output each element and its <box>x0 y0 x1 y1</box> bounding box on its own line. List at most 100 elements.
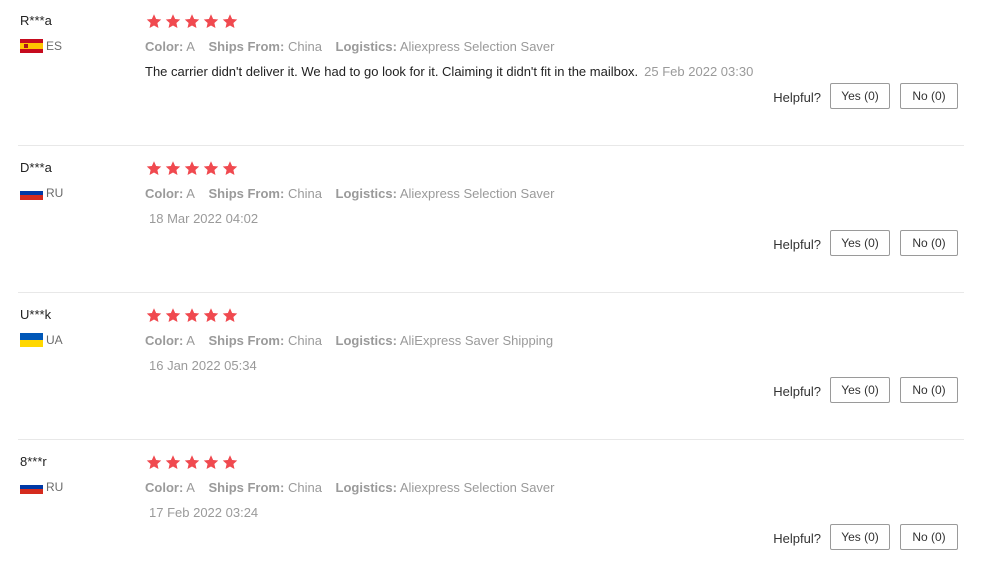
country-code: ES <box>46 39 63 53</box>
logistics-value: Aliexpress Selection Saver <box>399 39 555 54</box>
flag-ru-icon <box>20 186 43 200</box>
star-icon <box>164 454 182 471</box>
review-content: Color: A Ships From: China Logistics: Al… <box>145 306 965 375</box>
review-divider <box>18 145 964 146</box>
logistics-attribute: Logistics: Aliexpress Selection Saver <box>336 186 555 201</box>
review-date: 17 Feb 2022 03:24 <box>149 505 259 520</box>
star-icon <box>221 454 239 471</box>
order-attributes: Color: A Ships From: China Logistics: Al… <box>145 479 965 497</box>
star-icon <box>221 160 239 177</box>
star-icon <box>183 307 201 324</box>
helpful-no-button[interactable]: No (0) <box>900 230 958 256</box>
color-value: A <box>186 480 195 495</box>
review-content: Color: A Ships From: China Logistics: Al… <box>145 159 965 228</box>
review-date: 18 Mar 2022 04:02 <box>149 211 259 226</box>
logistics-label: Logistics: <box>335 39 397 54</box>
star-icon <box>164 160 182 177</box>
star-rating <box>145 12 965 30</box>
helpful-no-button[interactable]: No (0) <box>900 524 958 550</box>
review-feedback: 16 Jan 2022 05:34 <box>145 357 965 375</box>
reviewer-info: 8***r RU <box>20 453 130 495</box>
star-icon <box>202 454 220 471</box>
review-feedback: The carrier didn't deliver it. We had to… <box>145 63 965 81</box>
star-icon <box>183 160 201 177</box>
helpful-label: Helpful? <box>773 89 821 105</box>
helpful-yes-button[interactable]: Yes (0) <box>830 230 890 256</box>
country-code: RU <box>46 186 64 200</box>
ships-from-value: China <box>287 333 322 348</box>
logistics-label: Logistics: <box>335 333 397 348</box>
reviewer-name: 8***r <box>20 454 47 469</box>
helpful-controls: Helpful? Yes (0) No (0) <box>773 230 958 256</box>
order-attributes: Color: A Ships From: China Logistics: Al… <box>145 185 965 203</box>
reviewer-country: RU <box>20 479 130 495</box>
reviewer-name: U***k <box>20 307 52 322</box>
review-item: 8***r RU Color: A Ships From: China Logi… <box>0 441 983 588</box>
star-icon <box>164 307 182 324</box>
reviewer-info: U***k UA <box>20 306 130 348</box>
color-label: Color: <box>145 186 184 201</box>
ships-from-attribute: Ships From: China <box>208 333 321 348</box>
color-value: A <box>186 333 195 348</box>
order-attributes: Color: A Ships From: China Logistics: Al… <box>145 332 965 350</box>
review-item: R***a ES Color: A Ships From: China Logi… <box>0 0 983 147</box>
star-rating <box>145 159 965 177</box>
helpful-controls: Helpful? Yes (0) No (0) <box>773 524 958 550</box>
logistics-value: Aliexpress Selection Saver <box>399 480 555 495</box>
review-item: D***a RU Color: A Ships From: China Logi… <box>0 147 983 294</box>
reviewer-info: R***a ES <box>20 12 130 54</box>
color-value: A <box>186 39 195 54</box>
star-icon <box>145 13 163 30</box>
reviewer-name: D***a <box>20 160 52 175</box>
star-icon <box>145 307 163 324</box>
color-label: Color: <box>145 333 184 348</box>
ships-from-attribute: Ships From: China <box>208 480 321 495</box>
star-icon <box>183 454 201 471</box>
color-attribute: Color: A <box>145 333 195 348</box>
helpful-label: Helpful? <box>773 530 821 546</box>
ships-from-label: Ships From: <box>208 333 285 348</box>
reviewer-name: R***a <box>20 13 52 28</box>
helpful-no-button[interactable]: No (0) <box>900 83 958 109</box>
ships-from-value: China <box>287 39 322 54</box>
star-icon <box>221 13 239 30</box>
helpful-yes-button[interactable]: Yes (0) <box>830 83 890 109</box>
star-icon <box>221 307 239 324</box>
helpful-controls: Helpful? Yes (0) No (0) <box>773 377 958 403</box>
review-date: 16 Jan 2022 05:34 <box>149 358 257 373</box>
reviewer-info: D***a RU <box>20 159 130 201</box>
review-feedback: 17 Feb 2022 03:24 <box>145 504 965 522</box>
review-text: The carrier didn't deliver it. We had to… <box>145 64 639 79</box>
star-icon <box>145 160 163 177</box>
logistics-attribute: Logistics: Aliexpress Selection Saver <box>336 480 555 495</box>
color-value: A <box>186 186 195 201</box>
logistics-attribute: Logistics: AliExpress Saver Shipping <box>336 333 554 348</box>
helpful-label: Helpful? <box>773 383 821 399</box>
star-icon <box>145 454 163 471</box>
helpful-yes-button[interactable]: Yes (0) <box>830 524 890 550</box>
color-label: Color: <box>145 39 184 54</box>
star-icon <box>164 13 182 30</box>
flag-es-icon <box>20 39 43 53</box>
ships-from-value: China <box>287 186 322 201</box>
ships-from-label: Ships From: <box>208 186 285 201</box>
logistics-value: Aliexpress Selection Saver <box>399 186 555 201</box>
color-label: Color: <box>145 480 184 495</box>
star-rating <box>145 453 965 471</box>
logistics-attribute: Logistics: Aliexpress Selection Saver <box>336 39 555 54</box>
color-attribute: Color: A <box>145 480 195 495</box>
star-rating <box>145 306 965 324</box>
country-code: RU <box>46 480 64 494</box>
logistics-label: Logistics: <box>335 480 397 495</box>
ships-from-attribute: Ships From: China <box>208 39 321 54</box>
ships-from-value: China <box>287 480 322 495</box>
star-icon <box>202 307 220 324</box>
color-attribute: Color: A <box>145 186 195 201</box>
helpful-label: Helpful? <box>773 236 821 252</box>
color-attribute: Color: A <box>145 39 195 54</box>
flag-ru-icon <box>20 480 43 494</box>
review-feedback: 18 Mar 2022 04:02 <box>145 210 965 228</box>
helpful-no-button[interactable]: No (0) <box>900 377 958 403</box>
helpful-yes-button[interactable]: Yes (0) <box>830 377 890 403</box>
star-icon <box>202 160 220 177</box>
